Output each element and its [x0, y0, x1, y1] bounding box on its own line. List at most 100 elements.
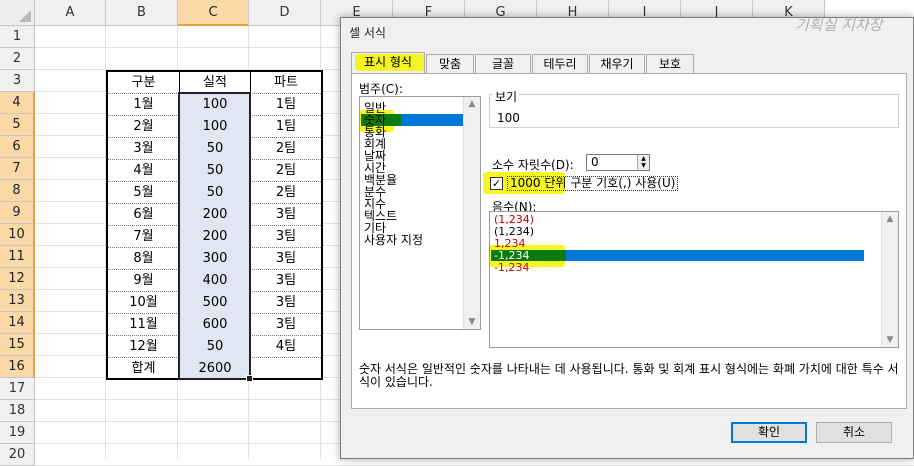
cell-value[interactable]: 300 [180, 248, 251, 270]
cell-team[interactable]: 3팀 [251, 314, 321, 336]
format-description: 숫자 서식은 일반적인 숫자를 나타내는 데 사용됩니다. 통화 및 회계 표시… [359, 362, 899, 389]
row-header-9[interactable]: 9 [0, 202, 35, 224]
cell-value[interactable]: 600 [180, 314, 251, 336]
table-row: 10월 500 3팀 [108, 292, 321, 314]
sample-value: 100 [497, 111, 520, 125]
tab-protection[interactable]: 보호 [646, 54, 694, 73]
cell-month[interactable]: 합계 [108, 358, 180, 380]
row-header-10[interactable]: 10 [0, 224, 35, 246]
cell-month[interactable]: 1월 [108, 94, 180, 116]
cell-month[interactable]: 5월 [108, 182, 180, 204]
category-item[interactable]: 사용자 지정 [364, 234, 423, 246]
column-header-c[interactable]: C [178, 0, 249, 26]
cell-value[interactable]: 100 [180, 94, 251, 116]
ok-button[interactable]: 확인 [731, 422, 807, 443]
tab-fill[interactable]: 채우기 [589, 54, 645, 73]
tab-border[interactable]: 테두리 [532, 54, 588, 73]
cell-month[interactable]: 12월 [108, 336, 180, 358]
cell-team[interactable] [251, 358, 321, 380]
negative-scrollbar[interactable]: ▲ ▼ [881, 212, 898, 347]
row-header-7[interactable]: 7 [0, 158, 35, 180]
table-row: 9월 400 3팀 [108, 270, 321, 292]
category-list[interactable]: 일반 숫자 통화 회계 날짜 시간 백분율 분수 지수 텍스트 기타 사용자 지정 ▲ ▼ [359, 96, 481, 330]
row-header-13[interactable]: 13 [0, 290, 35, 312]
column-header-b[interactable]: B [106, 0, 178, 26]
table-row: 6월 200 3팀 [108, 204, 321, 226]
select-all-corner[interactable] [0, 0, 35, 26]
category-scrollbar[interactable]: ▲ ▼ [463, 97, 480, 329]
row-header-18[interactable]: 18 [0, 400, 35, 422]
cell-value[interactable]: 200 [180, 204, 251, 226]
header-performance[interactable]: 실적 [180, 72, 251, 94]
negative-format-item[interactable]: -1,234 [494, 262, 529, 274]
row-header-8[interactable]: 8 [0, 180, 35, 202]
cell-value[interactable]: 100 [180, 116, 251, 138]
column-header-d[interactable]: D [249, 0, 321, 26]
thousands-separator-checkbox[interactable]: ✓ [490, 177, 503, 190]
cell-value[interactable]: 50 [180, 336, 251, 358]
row-header-17[interactable]: 17 [0, 378, 35, 400]
cell-value[interactable]: 500 [180, 292, 251, 314]
watermark-text: 기획실 지차장 [795, 16, 883, 34]
row-header-15[interactable]: 15 [0, 334, 35, 356]
cell-month[interactable]: 9월 [108, 270, 180, 292]
cell-value[interactable]: 50 [180, 160, 251, 182]
cell-team[interactable]: 3팀 [251, 270, 321, 292]
table-row: 2월 100 1팀 [108, 116, 321, 138]
cell-month[interactable]: 7월 [108, 226, 180, 248]
cell-value[interactable]: 50 [180, 138, 251, 160]
cancel-button[interactable]: 취소 [816, 422, 892, 443]
row-header-19[interactable]: 19 [0, 422, 35, 444]
cell-team[interactable]: 1팀 [251, 94, 321, 116]
cell-month[interactable]: 4월 [108, 160, 180, 182]
tab-number[interactable]: 표시 형식 [351, 52, 425, 74]
row-header-5[interactable]: 5 [0, 114, 35, 136]
cell-team[interactable]: 3팀 [251, 292, 321, 314]
spin-down-icon[interactable]: ▼ [637, 162, 649, 170]
row-header-6[interactable]: 6 [0, 136, 35, 158]
row-header-2[interactable]: 2 [0, 48, 35, 70]
cell-month[interactable]: 6월 [108, 204, 180, 226]
header-category[interactable]: 구분 [108, 72, 180, 94]
scroll-down-arrow-icon[interactable]: ▼ [882, 333, 898, 347]
thousands-separator-label[interactable]: 1000 단위 구분 기호(,) 사용(U) [507, 176, 679, 191]
cell-team[interactable]: 3팀 [251, 204, 321, 226]
row-header-14[interactable]: 14 [0, 312, 35, 334]
row-header-3[interactable]: 3 [0, 70, 35, 92]
column-header-a[interactable]: A [35, 0, 106, 26]
row-header-12[interactable]: 12 [0, 268, 35, 290]
cell-team[interactable]: 2팀 [251, 182, 321, 204]
scroll-up-arrow-icon[interactable]: ▲ [464, 97, 480, 111]
cell-month[interactable]: 2월 [108, 116, 180, 138]
tab-alignment[interactable]: 맞춤 [426, 54, 474, 73]
cell-month[interactable]: 8월 [108, 248, 180, 270]
cell-team[interactable]: 1팀 [251, 116, 321, 138]
row-header-16[interactable]: 16 [0, 356, 35, 378]
cell-month[interactable]: 3월 [108, 138, 180, 160]
table-row: 1월 100 1팀 [108, 94, 321, 116]
cell-team[interactable]: 4팀 [251, 336, 321, 358]
row-header-11[interactable]: 11 [0, 246, 35, 268]
category-selection-bar [401, 114, 463, 126]
row-header-20[interactable]: 20 [0, 444, 35, 466]
row-header-4[interactable]: 4 [0, 92, 35, 114]
header-part[interactable]: 파트 [251, 72, 321, 94]
table-row: 7월 200 3팀 [108, 226, 321, 248]
tab-font[interactable]: 글꼴 [475, 54, 531, 73]
cell-team[interactable]: 2팀 [251, 138, 321, 160]
cell-month[interactable]: 11월 [108, 314, 180, 336]
cell-value[interactable]: 200 [180, 226, 251, 248]
cell-value[interactable]: 2600 [180, 358, 251, 380]
cell-value[interactable]: 400 [180, 270, 251, 292]
scroll-up-arrow-icon[interactable]: ▲ [882, 212, 898, 226]
cell-team[interactable]: 2팀 [251, 160, 321, 182]
table-row: 3월 50 2팀 [108, 138, 321, 160]
cell-value[interactable]: 50 [180, 182, 251, 204]
negative-numbers-list[interactable]: (1,234) (1,234) 1,234 -1,234 -1,234 ▲ ▼ [489, 211, 899, 348]
scroll-down-arrow-icon[interactable]: ▼ [464, 315, 480, 329]
decimal-places-input[interactable]: 0 ▲ ▼ [586, 154, 650, 171]
cell-team[interactable]: 3팀 [251, 248, 321, 270]
cell-team[interactable]: 3팀 [251, 226, 321, 248]
row-header-1[interactable]: 1 [0, 26, 35, 48]
cell-month[interactable]: 10월 [108, 292, 180, 314]
